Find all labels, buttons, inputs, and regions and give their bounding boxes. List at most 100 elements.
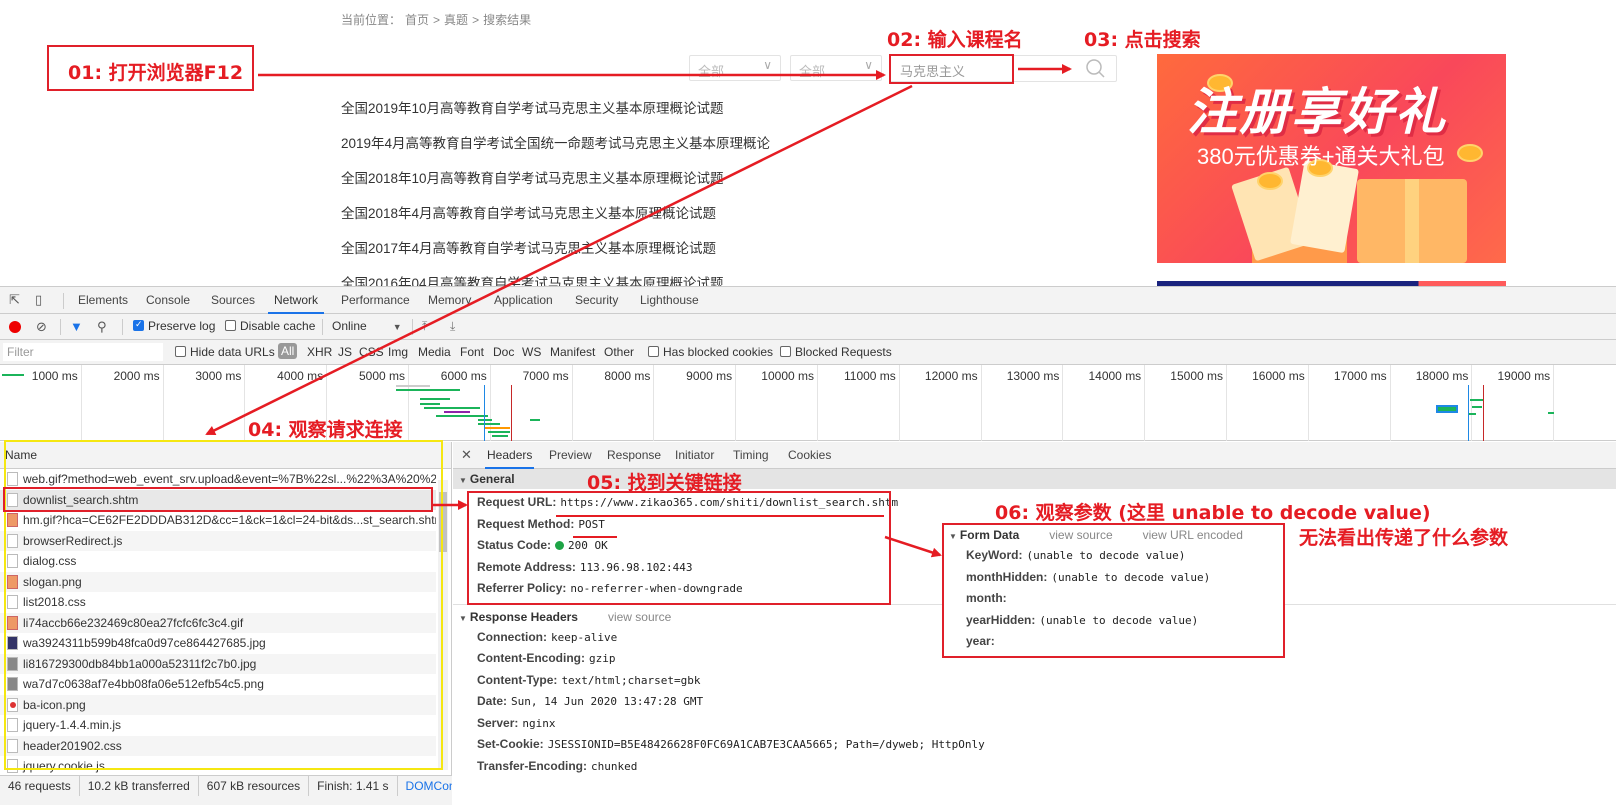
view-url-encoded-link[interactable]: view URL encoded [1143, 528, 1243, 542]
type-filter-xhr[interactable]: XHR [307, 345, 332, 359]
divider [322, 319, 323, 335]
coin-decoration [1257, 172, 1283, 190]
header-row: Date: Sun, 14 Jun 2020 13:47:28 GMT [453, 691, 1616, 713]
view-source-link[interactable]: view source [1049, 528, 1112, 542]
category-select-2[interactable]: 全部 ∨ [790, 55, 882, 81]
header-key: monthHidden: [966, 569, 1048, 584]
banner-title: 注册享好礼 [1187, 84, 1447, 140]
type-filter-js[interactable]: JS [338, 345, 352, 359]
blocked-requests-checkbox[interactable]: Blocked Requests [780, 345, 892, 359]
export-har-icon[interactable]: ⤓ [450, 319, 455, 334]
tab-headers[interactable]: Headers [485, 442, 535, 469]
tab-performance[interactable]: Performance [335, 287, 416, 314]
tab-memory[interactable]: Memory [422, 287, 477, 314]
tab-timing[interactable]: Timing [731, 442, 771, 469]
waterfall-bar [488, 431, 510, 433]
header-value: keep-alive [551, 630, 618, 644]
header-value: (unable to decode value) [1026, 549, 1186, 562]
header-key: KeyWord: [966, 548, 1023, 562]
clear-icon[interactable]: ⊘ [36, 319, 47, 335]
annotation-box-general [467, 491, 891, 605]
record-icon[interactable] [9, 321, 21, 333]
waterfall-bar [420, 403, 440, 405]
header-value: Sun, 14 Jun 2020 13:47:28 GMT [511, 695, 704, 708]
import-har-icon[interactable]: ⤒ [422, 319, 427, 334]
waterfall-bar [420, 398, 450, 400]
has-blocked-cookies-checkbox[interactable]: Has blocked cookies [648, 345, 773, 359]
annotation-step2: 02: 输入课程名 [887, 29, 1023, 51]
general-title: General [469, 472, 515, 486]
waterfall-bar [424, 407, 480, 409]
header-key: Content-Type: [477, 672, 558, 687]
tab-network[interactable]: Network [268, 287, 325, 314]
filter-input[interactable]: Filter [3, 343, 163, 361]
waterfall-bar [1548, 412, 1554, 414]
timeline-tick-label: 19000 ms [1497, 369, 1551, 383]
type-filter-doc[interactable]: Doc [493, 345, 514, 359]
search-button[interactable] [1085, 58, 1113, 80]
header-value: (unable to decode value) [1039, 613, 1199, 627]
hide-data-urls-checkbox[interactable]: Hide data URLs [175, 345, 275, 359]
result-link[interactable]: 全国2019年10月高等教育自学考试马克思主义基本原理概论试题 [341, 100, 770, 135]
blocked-requests-label: Blocked Requests [795, 345, 892, 359]
tab-cookies[interactable]: Cookies [786, 442, 833, 469]
waterfall-bar [2, 374, 24, 376]
close-icon[interactable]: ✕ [461, 447, 472, 463]
result-link[interactable]: 2019年4月高等教育自学考试全国统一命题考试马克思主义基本原理概论 [341, 135, 770, 170]
tab-console[interactable]: Console [140, 287, 196, 314]
type-filter-all[interactable]: All [278, 343, 298, 359]
type-filter-css[interactable]: CSS [359, 345, 384, 359]
device-toolbar-icon[interactable]: ▯ [35, 292, 51, 308]
network-timeline-overview[interactable]: 1000 ms 2000 ms 3000 ms 4000 ms 5000 ms 6000 … [0, 365, 1616, 441]
result-link[interactable]: 全国2017年4月高等教育自学考试马克思主义基本原理概论试题 [341, 240, 770, 275]
throttle-value: Online [332, 319, 367, 333]
network-status-bar: 46 requests 10.2 kB transferred 607 kB res… [0, 775, 452, 805]
header-value: gzip [588, 652, 616, 665]
type-filter-ws[interactable]: WS [522, 345, 541, 359]
type-filter-other[interactable]: Other [604, 345, 634, 359]
breadcrumb-separator: > [433, 13, 441, 27]
header-value: chunked [591, 759, 638, 773]
form-data-section: ▼ Form Data view source view URL encoded Ke… [942, 523, 1285, 658]
view-source-link[interactable]: view source [608, 610, 671, 624]
header-key: year: [966, 634, 995, 648]
tab-application[interactable]: Application [488, 287, 559, 314]
waterfall-bar [478, 419, 492, 421]
header-row: Content-Type: text/html;charset=gbk [453, 670, 1616, 692]
form-data-section-toggle[interactable]: ▼ Form Data view source view URL encoded [944, 525, 1283, 545]
tab-initiator[interactable]: Initiator [673, 442, 716, 469]
breadcrumb-exams-link[interactable]: 真题 [444, 13, 468, 27]
tab-lighthouse[interactable]: Lighthouse [634, 287, 705, 314]
tab-security[interactable]: Security [569, 287, 624, 314]
type-filter-img[interactable]: Img [388, 345, 408, 359]
header-row: KeyWord: (unable to decode value) [944, 545, 1283, 567]
filter-icon[interactable]: ▼ [70, 319, 83, 334]
preserve-log-checkbox[interactable]: Preserve log [133, 319, 215, 333]
load-marker [1483, 385, 1484, 441]
category-select-1[interactable]: 全部 ∨ [689, 55, 781, 81]
type-filter-manifest[interactable]: Manifest [550, 345, 595, 359]
breadcrumb-home-link[interactable]: 首页 [405, 13, 429, 27]
chevron-down-icon: ∨ [763, 58, 772, 72]
promo-banner[interactable]: 注册享好礼 380元优惠券+通关大礼包 [1157, 54, 1506, 263]
inspect-element-icon[interactable]: ⇱ [9, 292, 25, 308]
result-link[interactable]: 全国2018年10月高等教育自学考试马克思主义基本原理概论试题 [341, 170, 770, 205]
breadcrumb-separator: > [472, 13, 480, 27]
search-icon[interactable]: ⚲ [97, 319, 107, 335]
type-filter-font[interactable]: Font [460, 345, 484, 359]
header-key: Date: [477, 694, 508, 708]
result-link[interactable]: 全国2016年04月高等教育自学考试马克思主义基本原理概论试题 [341, 275, 770, 286]
annotation-box-key-request [3, 487, 433, 512]
disable-cache-checkbox[interactable]: Disable cache [225, 319, 315, 333]
header-row: monthHidden: (unable to decode value) [944, 567, 1283, 589]
waterfall-bar [478, 423, 500, 425]
header-value: JSESSIONID=B5E48426628F0FC69A1CAB7E3CAA5… [547, 738, 985, 751]
type-filter-media[interactable]: Media [418, 345, 451, 359]
tab-preview[interactable]: Preview [547, 442, 594, 469]
header-row: Set-Cookie: JSESSIONID=B5E48426628F0FC69A… [453, 734, 1616, 756]
result-link[interactable]: 全国2018年4月高等教育自学考试马克思主义基本原理概论试题 [341, 205, 770, 240]
tab-sources[interactable]: Sources [205, 287, 261, 314]
tab-response[interactable]: Response [605, 442, 663, 469]
throttle-select[interactable]: Online ▼ [332, 319, 402, 333]
tab-elements[interactable]: Elements [72, 287, 134, 314]
